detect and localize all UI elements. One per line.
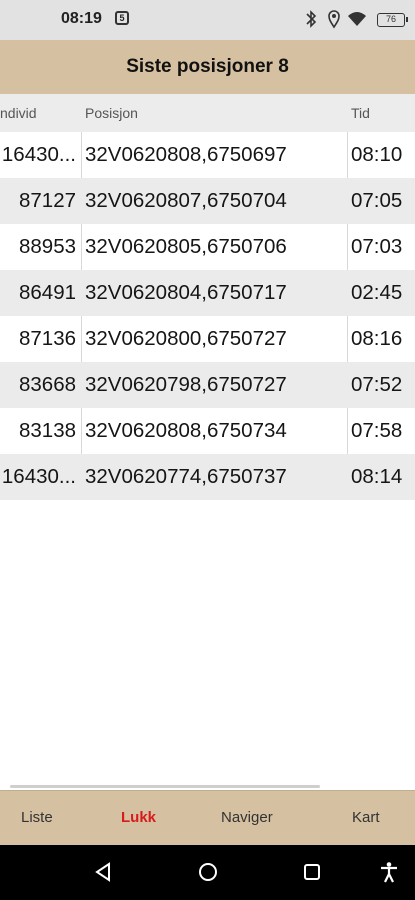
cell-tid: 08:10	[351, 143, 403, 166]
horizontal-scrollbar[interactable]	[10, 785, 320, 788]
table-row[interactable]: 16430... 32V0620808,6750697 08:10	[0, 132, 415, 178]
table-header-row: ndivid Posisjon Tid	[0, 94, 415, 132]
column-header-individ[interactable]: ndivid	[0, 94, 80, 132]
cell-tid: 07:03	[351, 235, 403, 258]
table-row[interactable]: 88953 32V0620805,6750706 07:03	[0, 224, 415, 270]
positions-table: ndivid Posisjon Tid 16430... 32V0620808,…	[0, 94, 415, 500]
cell-tid: 02:45	[351, 281, 403, 304]
page-header: Siste posisjoner 8	[0, 40, 415, 94]
battery-icon: 76	[377, 13, 408, 27]
page-title: Siste posisjoner 8	[126, 56, 289, 77]
wifi-icon	[347, 9, 367, 34]
system-nav-bar	[0, 845, 415, 900]
accessibility-icon[interactable]	[378, 861, 400, 888]
cell-posisjon: 32V0620804,6750717	[85, 281, 287, 304]
bluetooth-icon	[305, 9, 317, 34]
column-header-tid[interactable]: Tid	[348, 94, 415, 132]
table-row[interactable]: 87136 32V0620800,6750727 08:16	[0, 316, 415, 362]
cell-individ: 83138	[18, 419, 76, 442]
table-row[interactable]: 16430... 32V0620774,6750737 08:14	[0, 454, 415, 500]
notification-icon: 5	[115, 11, 129, 25]
cell-tid: 07:05	[351, 189, 403, 212]
cell-individ: 16430...	[1, 465, 76, 488]
tab-naviger[interactable]: Naviger	[221, 809, 273, 826]
cell-tid: 08:14	[351, 465, 403, 488]
cell-posisjon: 32V0620808,6750697	[85, 143, 287, 166]
table-row[interactable]: 83668 32V0620798,6750727 07:52	[0, 362, 415, 408]
table-row[interactable]: 83138 32V0620808,6750734 07:58	[0, 408, 415, 454]
cell-posisjon: 32V0620798,6750727	[85, 373, 287, 396]
tab-lukk[interactable]: Lukk	[121, 809, 156, 826]
cell-tid: 08:16	[351, 327, 403, 350]
tab-kart[interactable]: Kart	[352, 809, 380, 826]
cell-individ: 87136	[18, 327, 76, 350]
tab-liste[interactable]: Liste	[21, 809, 53, 826]
cell-individ: 16430...	[1, 143, 76, 166]
cell-tid: 07:52	[351, 373, 403, 396]
app-screen: 08:19 5 76 Siste posisjoner 8 ndivid Pos…	[0, 0, 415, 900]
bottom-tab-bar: Liste Lukk Naviger Kart	[0, 790, 415, 845]
home-icon[interactable]	[197, 861, 219, 888]
cell-posisjon: 32V0620808,6750734	[85, 419, 287, 442]
cell-posisjon: 32V0620774,6750737	[85, 465, 287, 488]
column-header-posisjon[interactable]: Posisjon	[82, 94, 347, 132]
cell-tid: 07:58	[351, 419, 403, 442]
cell-individ: 83668	[18, 373, 76, 396]
cell-posisjon: 32V0620807,6750704	[85, 189, 287, 212]
cell-individ: 87127	[18, 189, 76, 212]
table-row[interactable]: 87127 32V0620807,6750704 07:05	[0, 178, 415, 224]
table-row[interactable]: 86491 32V0620804,6750717 02:45	[0, 270, 415, 316]
cell-posisjon: 32V0620805,6750706	[85, 235, 287, 258]
recents-icon[interactable]	[302, 861, 322, 888]
back-icon[interactable]	[93, 861, 113, 888]
cell-individ: 86491	[18, 281, 76, 304]
status-icons: 76	[305, 9, 408, 34]
cell-posisjon: 32V0620800,6750727	[85, 327, 287, 350]
cell-individ: 88953	[18, 235, 76, 258]
location-icon	[327, 9, 341, 34]
status-bar: 08:19 5 76	[0, 0, 415, 40]
status-time: 08:19	[61, 10, 102, 27]
